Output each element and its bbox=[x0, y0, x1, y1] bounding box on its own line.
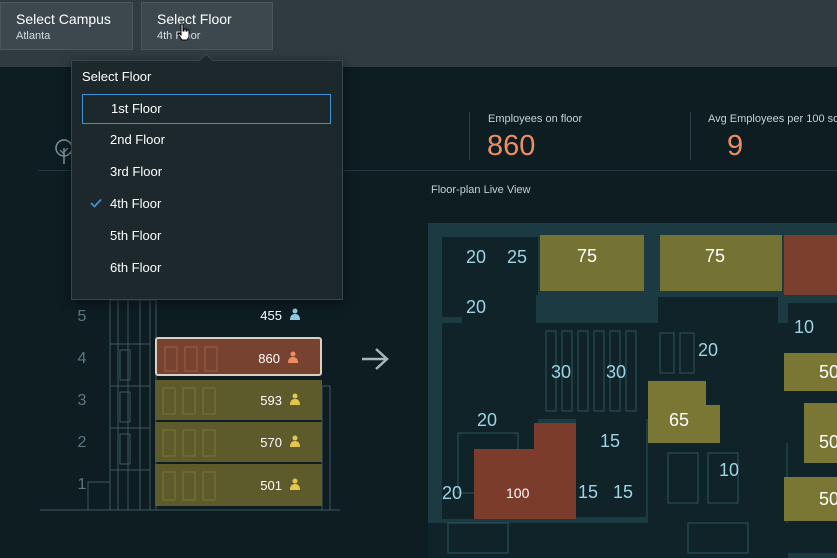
dropdown-option-6th-floor[interactable]: 6th Floor bbox=[82, 254, 331, 284]
room-count: 50 bbox=[819, 489, 837, 509]
option-label: 6th Floor bbox=[110, 260, 162, 275]
option-label: 5th Floor bbox=[110, 228, 162, 243]
room-count: 100 bbox=[506, 485, 530, 501]
arrow-right-icon bbox=[362, 348, 389, 370]
floor-number: 3 bbox=[77, 392, 87, 409]
room-count: 15 bbox=[600, 431, 621, 451]
room-count: 10 bbox=[719, 460, 740, 480]
floor-number: 5 bbox=[77, 308, 87, 325]
room-count: 65 bbox=[669, 410, 690, 430]
room-count: 30 bbox=[606, 362, 627, 382]
room-count: 20 bbox=[466, 297, 487, 317]
window-pattern bbox=[162, 387, 216, 415]
person-icon bbox=[288, 351, 298, 363]
floor-dropdown-menu: Select Floor 1st Floor 2nd Floor 3rd Flo… bbox=[71, 60, 343, 300]
room-count: 20 bbox=[698, 340, 719, 360]
dropdown-caret-inner bbox=[199, 55, 213, 62]
floor-number: 4 bbox=[77, 350, 87, 367]
room-count: 15 bbox=[578, 482, 599, 502]
option-label: 4th Floor bbox=[110, 196, 162, 211]
floor-row-1[interactable]: 501 bbox=[155, 464, 322, 506]
room-count: 50 bbox=[819, 432, 837, 452]
floor-number: 2 bbox=[77, 434, 87, 451]
dropdown-title: Select Floor bbox=[82, 69, 152, 84]
floor-select[interactable]: Select Floor 4th Floor bbox=[141, 2, 273, 50]
dropdown-option-5th-floor[interactable]: 5th Floor bbox=[82, 222, 331, 252]
floor-select-value: 4th Floor bbox=[157, 30, 201, 42]
room-count: 10 bbox=[794, 317, 815, 337]
floor-row-3[interactable]: 593 bbox=[155, 380, 322, 420]
dropdown-option-4th-floor[interactable]: 4th Floor bbox=[82, 190, 331, 220]
stat-employees-value: 860 bbox=[487, 130, 536, 162]
room-count: 20 bbox=[477, 410, 498, 430]
floorplan-map bbox=[428, 223, 837, 558]
campus-select-value: Atlanta bbox=[16, 30, 51, 42]
floorplan-title: Floor-plan Live View bbox=[431, 184, 531, 196]
dropdown-option-1st-floor[interactable]: 1st Floor bbox=[82, 94, 331, 124]
stat-employees-label: Employees on floor bbox=[488, 113, 583, 125]
campus-select[interactable]: Select Campus Atlanta bbox=[0, 2, 133, 50]
floor-number: 1 bbox=[77, 476, 87, 493]
window-pattern bbox=[162, 429, 216, 457]
stat-avg-label: Avg Employees per 100 sq bbox=[708, 113, 837, 125]
checkmark-icon bbox=[90, 198, 102, 208]
option-label: 3rd Floor bbox=[110, 164, 163, 179]
stat-separator bbox=[690, 112, 691, 160]
room-count: 25 bbox=[507, 247, 528, 267]
hand-cursor-icon bbox=[177, 23, 190, 41]
floor-row-5[interactable]: 455 bbox=[155, 297, 322, 333]
window-pattern bbox=[164, 346, 218, 372]
room-count: 75 bbox=[577, 246, 598, 266]
room-count: 75 bbox=[705, 246, 726, 266]
floor-count: 860 bbox=[258, 351, 280, 366]
room-count: 15 bbox=[613, 482, 634, 502]
floor-count: 570 bbox=[260, 435, 282, 450]
option-label: 2nd Floor bbox=[110, 132, 165, 147]
window-pattern bbox=[162, 471, 216, 501]
floor-row-4[interactable]: 860 bbox=[155, 337, 322, 376]
option-label: 1st Floor bbox=[111, 101, 162, 116]
stat-separator bbox=[469, 112, 470, 160]
dropdown-option-2nd-floor[interactable]: 2nd Floor bbox=[82, 126, 331, 156]
room-count: 20 bbox=[466, 247, 487, 267]
person-icon bbox=[290, 308, 300, 320]
floor-count: 455 bbox=[260, 308, 282, 323]
person-icon bbox=[290, 393, 300, 405]
floor-row-2[interactable]: 570 bbox=[155, 422, 322, 462]
person-icon bbox=[290, 478, 300, 490]
room-count: 30 bbox=[551, 362, 572, 382]
person-icon bbox=[290, 435, 300, 447]
room-count: 50 bbox=[819, 362, 837, 382]
floor-select-label: Select Floor bbox=[157, 11, 232, 27]
stat-avg-value: 9 bbox=[727, 130, 744, 162]
room-count: 20 bbox=[442, 483, 463, 503]
floor-count: 593 bbox=[260, 393, 282, 408]
campus-select-label: Select Campus bbox=[16, 11, 111, 27]
dropdown-option-3rd-floor[interactable]: 3rd Floor bbox=[82, 158, 331, 188]
floor-count: 501 bbox=[260, 478, 282, 493]
